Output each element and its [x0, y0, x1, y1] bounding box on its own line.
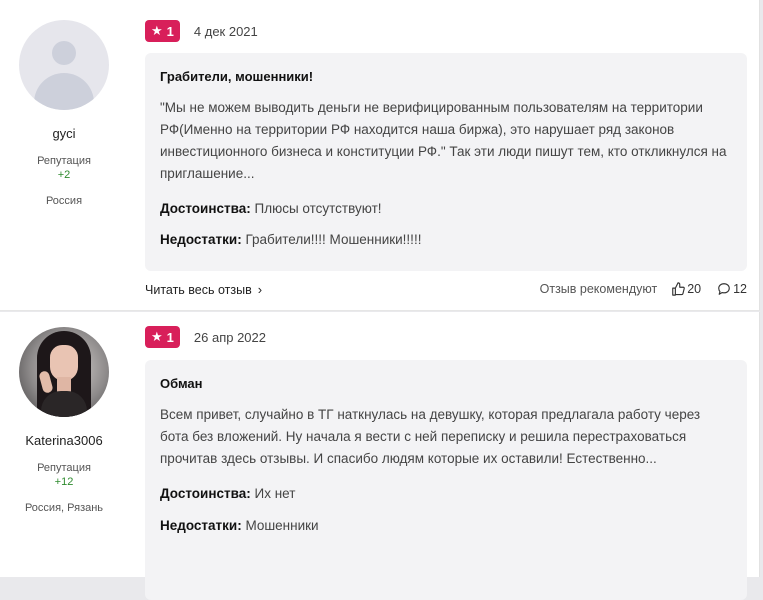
review-pros: Достоинства: Плюсы отсутствуют! — [160, 201, 732, 216]
review-card: gyci Репутация +2 Россия ★ 1 4 дек 2021 … — [0, 0, 760, 311]
thumb-up-icon — [672, 282, 686, 296]
rating-badge: ★ 1 — [145, 326, 180, 348]
review-stats: Отзыв рекомендуют 20 12 — [540, 282, 747, 296]
review-meta: ★ 1 26 апр 2022 — [145, 326, 747, 348]
reputation-value: +2 — [57, 169, 71, 181]
pros-label: Достоинства: — [160, 486, 251, 501]
review-cons: Недостатки: Мошенники — [160, 518, 732, 533]
star-icon: ★ — [151, 329, 163, 344]
review-text: "Мы не можем выводить деньги не верифици… — [160, 100, 727, 181]
review-text: Всем привет, случайно в ТГ наткнулась на… — [160, 407, 701, 466]
avatar-placeholder-head — [52, 41, 76, 65]
avatar-photo-face — [50, 345, 78, 381]
chevron-right-icon: › — [257, 281, 263, 297]
reputation-label: Репутация — [37, 462, 91, 474]
avatar[interactable] — [19, 327, 109, 417]
cons-text: Грабители!!!! Мошенники!!!!! — [241, 232, 422, 247]
username[interactable]: Katerina3006 — [0, 433, 128, 448]
review-title[interactable]: Обман — [160, 376, 732, 391]
like-button[interactable]: 20 — [671, 282, 701, 296]
cons-text: Мошенники — [241, 518, 319, 533]
comments-count: 12 — [733, 282, 747, 296]
avatar[interactable] — [19, 20, 109, 110]
user-location: Россия — [45, 195, 83, 207]
cons-label: Недостатки: — [160, 232, 242, 247]
reputation-label: Репутация — [37, 155, 91, 167]
review-box: Грабители, мошенники! "Мы не можем вывод… — [145, 53, 747, 271]
review-author: Katerina3006 Репутация +12 Россия, Рязан… — [0, 327, 128, 514]
comment-icon — [718, 283, 730, 295]
user-location: Россия, Рязань — [24, 502, 104, 514]
avatar-placeholder-body — [34, 73, 94, 110]
reputation-value: +12 — [54, 476, 74, 488]
rating-value: 1 — [166, 23, 174, 39]
read-more-label: Читать весь отзыв — [145, 282, 252, 297]
review-footer: Читать весь отзыв › Отзыв рекомендуют 20 — [145, 280, 747, 298]
username[interactable]: gyci — [0, 126, 128, 141]
review-author: gyci Репутация +2 Россия — [0, 20, 128, 207]
review-content: ★ 1 4 дек 2021 Грабители, мошенники! "Мы… — [145, 20, 747, 297]
review-date: 26 апр 2022 — [193, 329, 266, 345]
pros-label: Достоинства: — [160, 201, 251, 216]
star-icon: ★ — [151, 23, 163, 38]
likes-count: 20 — [687, 282, 702, 296]
review-pros: Достоинства: Их нет — [160, 486, 732, 501]
review-card: Katerina3006 Репутация +12 Россия, Рязан… — [0, 312, 760, 600]
avatar-photo-clothing — [41, 391, 87, 417]
review-title[interactable]: Грабители, мошенники! — [160, 69, 732, 84]
review-content: ★ 1 26 апр 2022 Обман Всем привет, случа… — [145, 326, 747, 600]
pros-text: Их нет — [250, 486, 296, 501]
cons-label: Недостатки: — [160, 518, 242, 533]
comments-button[interactable]: 12 — [705, 282, 747, 296]
review-cons: Недостатки: Грабители!!!! Мошенники!!!!! — [160, 232, 732, 247]
review-box: Обман Всем привет, случайно в ТГ наткнул… — [145, 360, 747, 600]
review-date: 4 дек 2021 — [193, 23, 258, 39]
reviews-page: gyci Репутация +2 Россия ★ 1 4 дек 2021 … — [0, 0, 763, 600]
review-meta: ★ 1 4 дек 2021 — [145, 20, 747, 42]
read-full-review-link[interactable]: Читать весь отзыв › — [145, 282, 262, 297]
pros-text: Плюсы отсутствуют! — [250, 201, 382, 216]
rating-value: 1 — [166, 329, 174, 345]
rating-badge: ★ 1 — [145, 20, 180, 42]
recommend-label: Отзыв рекомендуют — [539, 282, 658, 296]
